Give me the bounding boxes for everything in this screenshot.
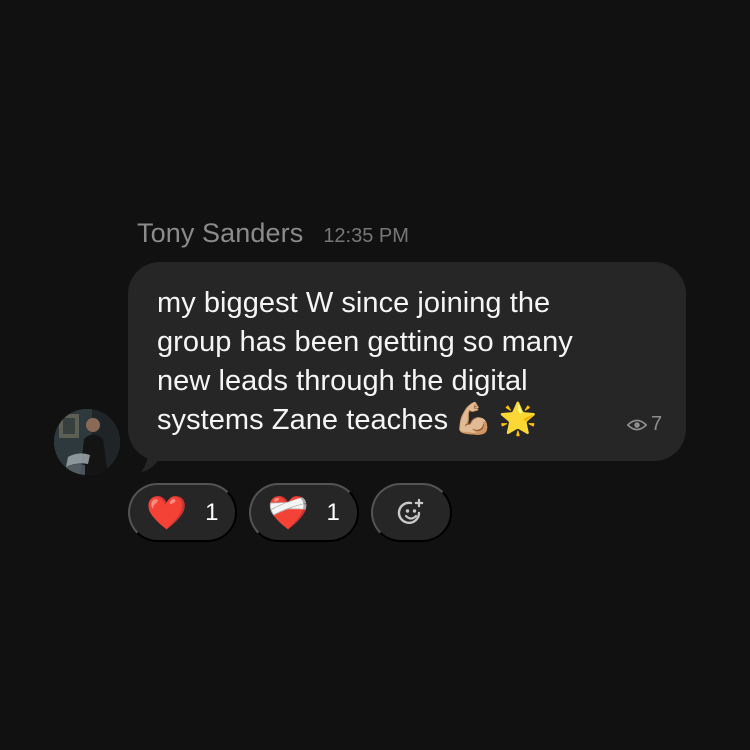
- view-count-value: 7: [651, 413, 663, 435]
- sender-name[interactable]: Tony Sanders: [137, 218, 303, 249]
- reaction-count: 1: [205, 498, 219, 526]
- reaction-count: 1: [326, 498, 340, 526]
- flexed-biceps-emoji: 💪🏼: [454, 400, 493, 436]
- message-timestamp: 12:35 PM: [323, 225, 409, 247]
- reaction-red-heart[interactable]: ❤️ 1: [128, 483, 238, 542]
- message-header: Tony Sanders 12:35 PM: [137, 218, 409, 249]
- add-reaction-icon: [398, 498, 424, 524]
- chat-message: Tony Sanders 12:35 PM my biggest W since…: [0, 0, 750, 750]
- reaction-mending-heart[interactable]: ❤️‍🩹 1: [249, 483, 359, 542]
- reaction-bar: ❤️ 1 ❤️‍🩹 1: [128, 483, 452, 542]
- message-bubble-tail: [141, 444, 166, 472]
- message-body: my biggest W since joining the group has…: [157, 284, 627, 440]
- avatar[interactable]: [54, 409, 120, 475]
- view-count: 7: [627, 413, 662, 436]
- mending-heart-icon: ❤️‍🩹: [267, 494, 309, 531]
- add-reaction-button[interactable]: [370, 483, 452, 542]
- red-heart-icon: ❤️: [146, 494, 188, 531]
- eye-icon: [627, 419, 647, 430]
- glowing-star-emoji: 🌟: [498, 400, 538, 436]
